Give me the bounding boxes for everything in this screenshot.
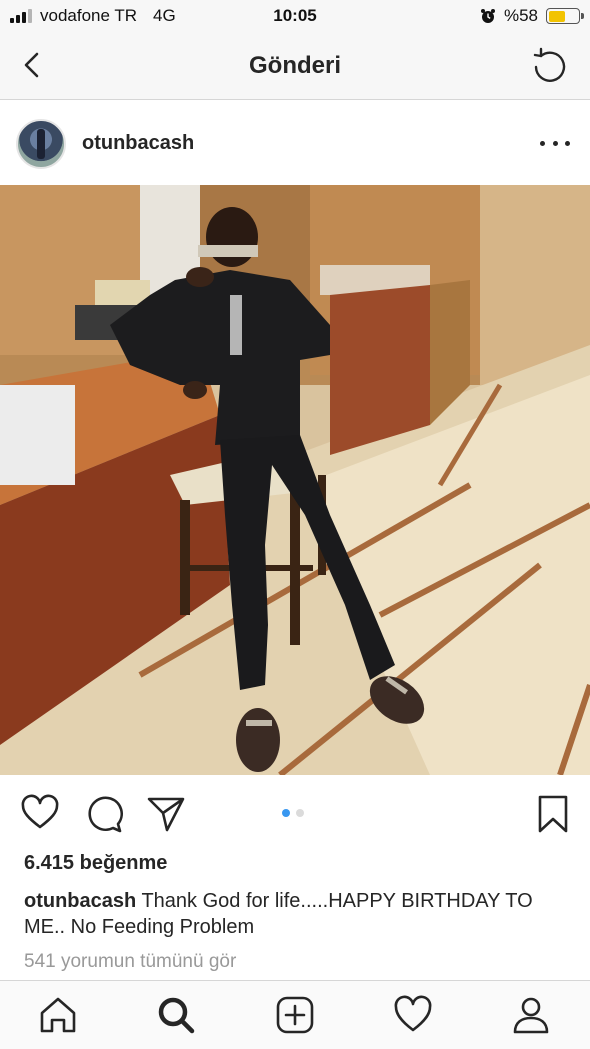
post-actions — [0, 776, 590, 848]
likes-count[interactable]: 6.415 beğenme — [24, 852, 167, 875]
post-caption: otunbacash Thank God for life.....HAPPY … — [24, 888, 569, 940]
battery-icon — [546, 8, 584, 24]
avatar[interactable] — [16, 119, 66, 169]
more-horizontal-icon[interactable] — [540, 131, 570, 155]
caption-username[interactable]: otunbacash — [24, 890, 136, 912]
status-right: %58 — [480, 6, 584, 26]
carousel-dot — [296, 809, 304, 817]
status-bar: vodafone TR 4G 10:05 %58 — [0, 0, 590, 34]
comment-icon[interactable] — [84, 794, 124, 834]
post-header: otunbacash — [0, 101, 590, 185]
battery-percent: %58 — [503, 6, 538, 25]
search-icon[interactable] — [156, 995, 196, 1035]
view-all-comments-link[interactable]: 541 yorumun tümünü gör — [24, 951, 236, 973]
send-icon[interactable] — [146, 794, 186, 834]
tab-bar — [0, 980, 590, 1049]
alarm-clock-icon — [480, 9, 495, 23]
profile-icon[interactable] — [511, 995, 551, 1035]
carousel-dot — [282, 809, 290, 817]
activity-heart-icon[interactable] — [393, 995, 433, 1035]
refresh-icon[interactable] — [530, 46, 570, 86]
page-title: Gönderi — [248, 52, 341, 79]
carousel-indicator — [282, 809, 304, 817]
heart-icon[interactable] — [20, 794, 60, 834]
post-username[interactable]: otunbacash — [82, 132, 194, 155]
add-icon[interactable] — [275, 995, 315, 1035]
post-photo[interactable] — [0, 185, 590, 775]
nav-bar: Gönderi — [0, 34, 590, 100]
bookmark-icon[interactable] — [533, 794, 573, 834]
battery-fill — [548, 10, 566, 22]
home-icon[interactable] — [38, 995, 78, 1035]
